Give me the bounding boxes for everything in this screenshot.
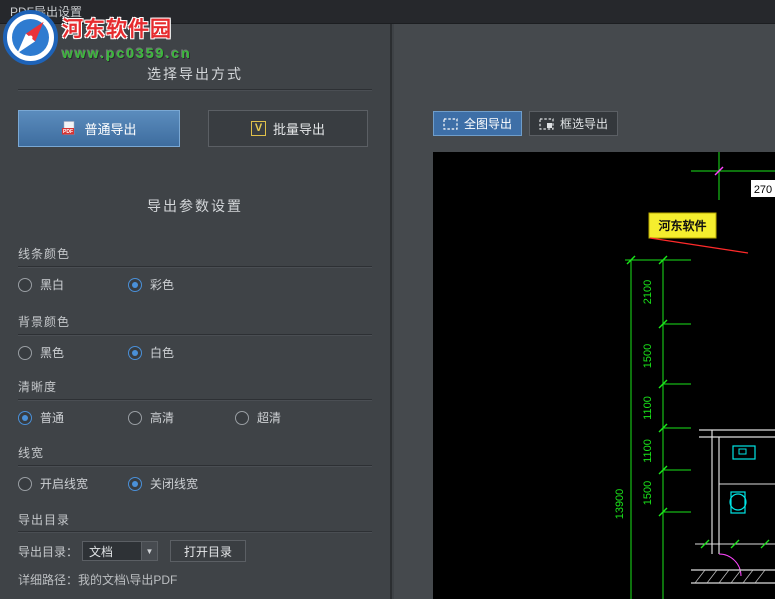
radio-icon	[128, 476, 142, 491]
open-directory-label: 打开目录	[184, 544, 233, 559]
cad-preview-canvas[interactable]: 270 河东软件 13900 2100 1500 1100 1100 1500	[433, 152, 775, 599]
divider	[18, 266, 372, 267]
export-dir-label: 导出目录	[18, 513, 71, 527]
radio-option-hd[interactable]: 高清	[128, 409, 174, 426]
divider	[18, 531, 372, 532]
cad-drawing: 270 河东软件 13900 2100 1500 1100 1100 1500	[614, 152, 775, 599]
radio-option-normal[interactable]: 普通	[18, 409, 64, 426]
export-dir-row-label: 导出目录：	[18, 544, 79, 559]
clarity-options: 普通 高清 超清	[0, 409, 390, 425]
radio-icon	[235, 410, 249, 425]
radio-label: 普通	[40, 411, 65, 425]
radio-icon	[18, 476, 32, 491]
export-dir-dropdown[interactable]: 文档 ▼	[82, 541, 159, 561]
radio-option-white[interactable]: 白色	[128, 344, 174, 361]
settings-panel: 选择导出方式 PDF 普通导出 V 批量导出 导出参数设置 线条颜色 黑白 彩色…	[0, 24, 392, 599]
normal-export-label: 普通导出	[84, 122, 137, 137]
export-method-heading: 选择导出方式	[147, 66, 243, 82]
dim-text: 1500	[642, 481, 654, 505]
watermark-logo: 河东软件园 www.pc0359.cn	[3, 10, 192, 65]
compass-icon	[3, 10, 58, 65]
watermark-text: 河东软件园 www.pc0359.cn	[62, 13, 192, 61]
line-color-options: 黑白 彩色	[0, 276, 390, 292]
pdf-export-dialog: PDF导出设置 河东软件园 www.pc0359.cn 选择导出方式 PDF 普…	[0, 0, 775, 599]
export-dir-row: 导出目录： 文档 ▼ 打开目录	[18, 540, 247, 562]
box-selection-icon	[539, 117, 554, 130]
batch-v-icon: V	[250, 121, 266, 136]
box-export-label: 框选导出	[560, 117, 609, 131]
line-width-options: 开启线宽 关闭线宽	[0, 475, 390, 491]
divider	[18, 465, 372, 466]
pdf-file-icon: PDF	[62, 120, 75, 135]
detail-path-text: 详细路径：我的文档\导出PDF	[18, 573, 178, 587]
open-directory-button[interactable]: 打开目录	[170, 540, 247, 562]
bg-color-label: 背景颜色	[18, 315, 71, 329]
dim-text: 1500	[642, 344, 654, 368]
radio-option-uhd[interactable]: 超清	[235, 409, 281, 426]
radio-label: 关闭线宽	[150, 477, 199, 491]
radio-label: 高清	[150, 411, 175, 425]
dim-text: 1100	[642, 396, 654, 420]
batch-export-label: 批量导出	[272, 122, 325, 137]
full-image-export-button[interactable]: 全图导出	[433, 111, 523, 136]
radio-label: 黑色	[40, 346, 65, 360]
clarity-label: 清晰度	[18, 380, 58, 394]
total-dim-text: 13900	[614, 489, 626, 520]
dim-text: 1100	[642, 439, 654, 463]
export-params-heading: 导出参数设置	[147, 198, 243, 214]
chevron-down-icon[interactable]: ▼	[141, 542, 158, 560]
radio-icon	[18, 410, 32, 425]
watermark-site-name: 河东软件园	[62, 18, 172, 41]
radio-option-linewidth-off[interactable]: 关闭线宽	[128, 475, 198, 492]
radio-option-black-white[interactable]: 黑白	[18, 276, 64, 293]
dropdown-value: 文档	[89, 544, 114, 559]
radio-option-black[interactable]: 黑色	[18, 344, 64, 361]
radio-label: 彩色	[150, 278, 175, 292]
svg-text:PDF: PDF	[63, 129, 73, 135]
divider	[18, 334, 372, 335]
radio-label: 开启线宽	[40, 477, 89, 491]
bg-color-options: 黑色 白色	[0, 344, 390, 360]
radio-icon	[128, 345, 142, 360]
radio-icon	[18, 277, 32, 292]
brand-label-text: 河东软件	[657, 218, 706, 233]
normal-export-button[interactable]: PDF 普通导出	[18, 110, 180, 147]
radio-option-color[interactable]: 彩色	[128, 276, 174, 293]
radio-icon	[128, 410, 142, 425]
radio-label: 白色	[150, 346, 175, 360]
radio-icon	[128, 277, 142, 292]
radio-label: 黑白	[40, 278, 65, 292]
radio-option-linewidth-on[interactable]: 开启线宽	[18, 475, 88, 492]
radio-icon	[18, 345, 32, 360]
top-dim-text: 270	[754, 184, 772, 196]
divider	[18, 399, 372, 400]
box-select-export-button[interactable]: 框选导出	[529, 111, 619, 136]
full-export-label: 全图导出	[464, 117, 513, 131]
batch-export-button[interactable]: V 批量导出	[208, 110, 368, 147]
dim-text: 2100	[642, 280, 654, 304]
watermark-site-url: www.pc0359.cn	[62, 45, 192, 61]
line-width-label: 线宽	[18, 446, 45, 460]
full-selection-icon	[443, 117, 458, 130]
divider	[18, 89, 372, 90]
radio-label: 超清	[257, 411, 282, 425]
line-color-label: 线条颜色	[18, 247, 71, 261]
